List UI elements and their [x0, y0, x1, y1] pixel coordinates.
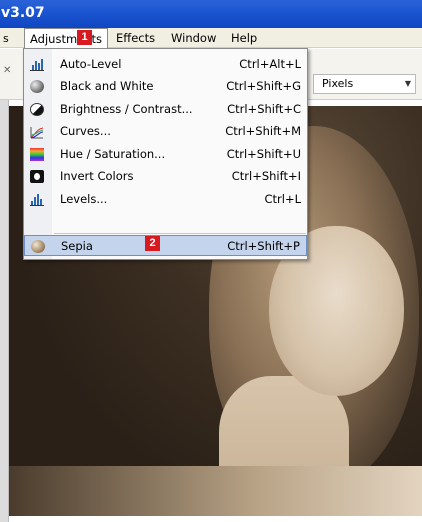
levels-icon: [30, 193, 44, 206]
menu-item-label: Black and White: [60, 79, 154, 93]
window-title: v3.07: [1, 5, 45, 21]
menu-bar: s Adjustments Effects Window Help: [0, 28, 422, 49]
menu-item-label: Curves...: [60, 124, 111, 138]
tool-icon[interactable]: ✕: [3, 65, 13, 79]
menu-item-shortcut: Ctrl+L: [264, 192, 301, 206]
menu-item-label: Invert Colors: [60, 169, 134, 183]
menu-item-brightness-contrast[interactable]: Brightness / Contrast... Ctrl+Shift+C: [24, 99, 307, 120]
hue-icon: [30, 148, 44, 161]
menu-item-shortcut: Ctrl+Shift+G: [226, 79, 301, 93]
menu-item-sepia[interactable]: Sepia Ctrl+Shift+P: [24, 235, 307, 256]
menu-item-shortcut: Ctrl+Shift+M: [225, 124, 301, 138]
menu-item-auto-level[interactable]: Auto-Level Ctrl+Alt+L: [24, 54, 307, 75]
units-select[interactable]: Pixels ▼: [313, 74, 416, 94]
menu-effects[interactable]: Effects: [111, 28, 160, 48]
title-bar: v3.07: [0, 0, 422, 28]
units-value: Pixels: [322, 77, 354, 90]
sepia-icon: [31, 240, 45, 253]
callout-badge-1: 1: [77, 30, 92, 45]
menu-item-shortcut: Ctrl+Alt+L: [239, 57, 301, 71]
chevron-down-icon[interactable]: ▼: [405, 75, 411, 93]
menu-item-black-and-white[interactable]: Black and White Ctrl+Shift+G: [24, 76, 307, 97]
menu-item-label: Auto-Level: [60, 57, 122, 71]
menu-fragment: s: [3, 32, 9, 45]
menu-item-shortcut: Ctrl+Shift+P: [227, 239, 300, 253]
menu-adjustments[interactable]: Adjustments: [24, 28, 109, 49]
invert-icon: [30, 170, 44, 183]
curves-icon: [30, 125, 44, 139]
menu-item-hue-saturation[interactable]: Hue / Saturation... Ctrl+Shift+U: [24, 144, 307, 165]
panel-edge: [0, 100, 9, 522]
callout-badge-2: 2: [145, 236, 160, 251]
menu-item-shortcut: Ctrl+Shift+U: [226, 147, 301, 161]
grayscale-icon: [30, 80, 44, 93]
menu-item-levels[interactable]: Levels... Ctrl+L: [24, 189, 307, 210]
menu-separator: [54, 233, 306, 234]
image-shoulder-region: [9, 466, 422, 516]
menu-help[interactable]: Help: [226, 28, 262, 48]
menu-item-label: Hue / Saturation...: [60, 147, 166, 161]
menu-item-label: Sepia: [61, 239, 93, 253]
histogram-icon: [30, 58, 44, 71]
menu-item-shortcut: Ctrl+Shift+I: [231, 169, 301, 183]
menu-item-shortcut: Ctrl+Shift+C: [227, 102, 301, 116]
contrast-icon: [30, 103, 44, 116]
menu-window[interactable]: Window: [166, 28, 221, 48]
menu-item-label: Levels...: [60, 192, 108, 206]
menu-item-invert-colors[interactable]: Invert Colors Ctrl+Shift+I: [24, 166, 307, 187]
menu-item-curves[interactable]: Curves... Ctrl+Shift+M: [24, 121, 307, 142]
menu-item-label: Brightness / Contrast...: [60, 102, 193, 116]
adjustments-menu: Auto-Level Ctrl+Alt+L Black and White Ct…: [23, 48, 308, 260]
